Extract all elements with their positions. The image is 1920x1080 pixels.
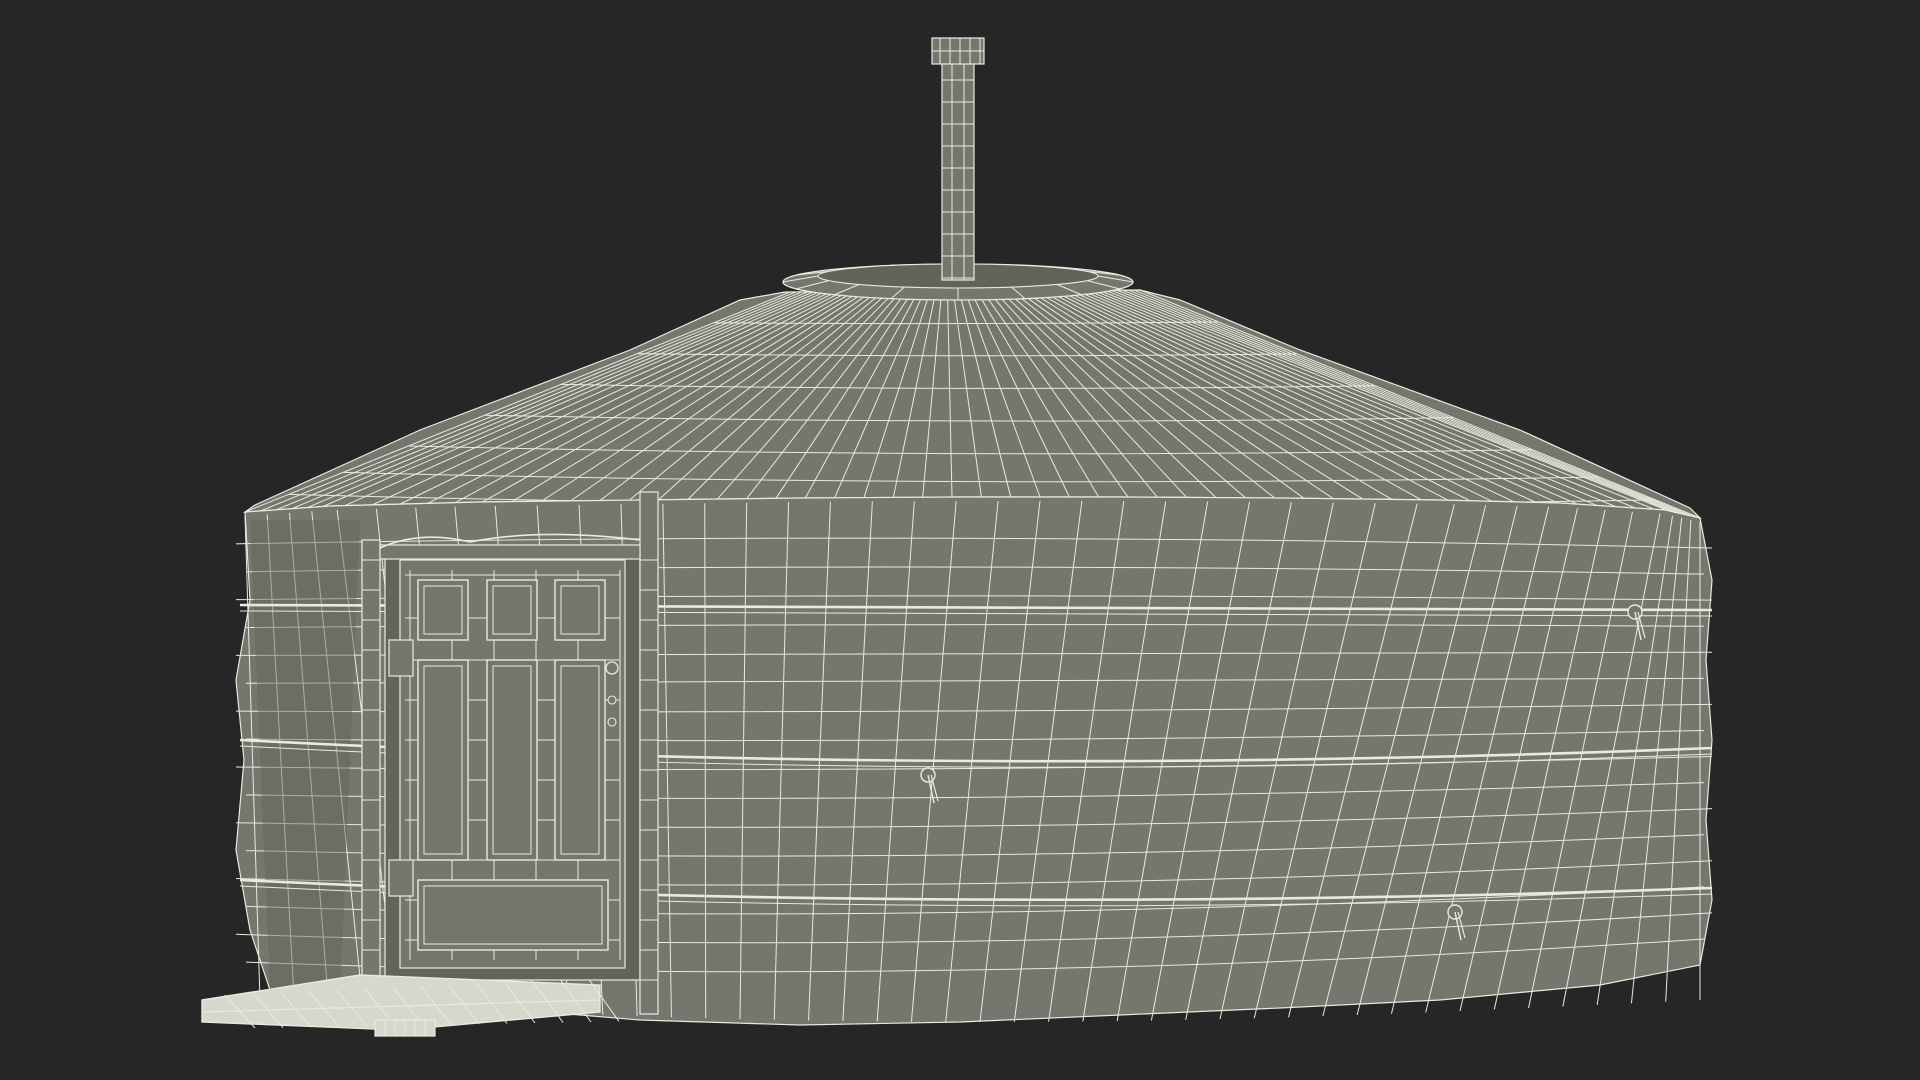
door-post-right [639, 491, 659, 1015]
door-raised-panel [486, 659, 538, 861]
door-hinge [388, 859, 414, 897]
door-lock [607, 695, 617, 705]
chimney-pipe [931, 37, 985, 281]
render-viewport [0, 0, 1920, 1080]
conical-roof [242, 289, 1702, 527]
roof-surface [242, 289, 1702, 520]
door-raised-panel [486, 579, 538, 641]
entrance-deck [201, 974, 620, 1037]
door-raised-panel [554, 579, 606, 641]
door-raised-panel [417, 579, 469, 641]
door-handle [605, 661, 619, 675]
door-raised-panel [417, 879, 609, 951]
door-raised-panel [554, 659, 606, 861]
door-lock [607, 717, 617, 727]
door-post-left [361, 539, 381, 1011]
door-lintel [379, 544, 641, 560]
entrance-door [384, 547, 641, 981]
door-raised-panel [417, 659, 469, 861]
door-hinge [388, 639, 414, 677]
chimney-shaft [941, 61, 975, 281]
yurt-wireframe-render [201, 37, 1713, 1037]
